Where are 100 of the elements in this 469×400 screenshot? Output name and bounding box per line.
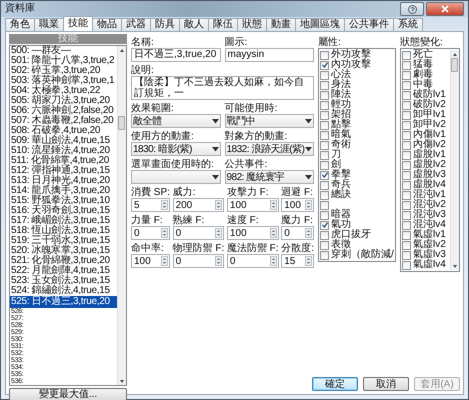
checkbox[interactable] <box>320 170 329 180</box>
checkbox[interactable] <box>402 160 411 170</box>
number-field[interactable]: 100 <box>131 254 170 268</box>
checkbox[interactable] <box>402 80 411 90</box>
list-item[interactable]: 508: 石破拳,4,true,20 <box>10 126 117 136</box>
dialog-button[interactable]: 取消 <box>363 377 409 391</box>
checkbox[interactable] <box>320 240 329 250</box>
checkbox[interactable] <box>402 100 411 110</box>
tab[interactable]: 敵人 <box>179 18 209 31</box>
checkbox[interactable] <box>320 150 329 160</box>
checkbox[interactable] <box>402 50 411 60</box>
checkbox[interactable] <box>320 90 329 100</box>
number-field[interactable]: 100 <box>226 226 279 240</box>
checkbox[interactable] <box>320 100 329 110</box>
change-maximum-button[interactable]: 變更最大值... <box>9 388 127 400</box>
tab[interactable]: 武器 <box>121 18 151 31</box>
checkbox[interactable] <box>402 120 411 130</box>
dropdown[interactable]: 1832: 浪跡天涯(紫) <box>224 142 314 156</box>
checkbox[interactable] <box>402 110 411 120</box>
tab[interactable]: 地圖區塊 <box>295 18 345 31</box>
checkbox[interactable] <box>402 60 411 70</box>
dropdown[interactable]: 982: 魔統寰宇 <box>224 170 314 184</box>
checkbox[interactable] <box>402 150 411 160</box>
checkbox[interactable] <box>402 90 411 100</box>
tab[interactable]: 隊伍 <box>208 18 238 31</box>
tab[interactable]: 物品 <box>92 18 122 31</box>
list-item[interactable]: 521: 化骨綿鞭,3,true,20 <box>10 256 117 266</box>
list-item[interactable]: 525: 日不過三,3,true,20 <box>10 296 117 308</box>
dialog-button[interactable]: 確定 <box>312 377 358 391</box>
number-field[interactable]: 5 <box>131 198 170 212</box>
checkbox[interactable] <box>402 250 411 260</box>
list-item[interactable]: 505: 胡家刀法,3,true,20 <box>10 96 117 106</box>
scrollbar[interactable] <box>117 46 126 385</box>
number-field[interactable]: 100 <box>281 198 314 212</box>
number-field[interactable]: 0 <box>172 254 224 268</box>
checkbox[interactable] <box>320 120 329 130</box>
checkbox[interactable] <box>402 170 411 180</box>
list-item[interactable]: 510: 流星錘法,4,true,20 <box>10 146 117 156</box>
tab[interactable]: 公共事件 <box>344 18 394 31</box>
list-item[interactable]: 500: —群友— <box>10 46 117 56</box>
checkbox[interactable] <box>402 210 411 220</box>
list-item[interactable]: 503: 落英神劍掌,3,true,1 <box>10 76 117 86</box>
list-item[interactable]: 502: 碎玉掌,3,true,20 <box>10 66 117 76</box>
checkbox[interactable] <box>402 220 411 230</box>
list-item[interactable]: 507: 木蟲毒鞭,2,false,20 <box>10 116 117 126</box>
list-item[interactable]: 513: 日月神光,4,true,20 <box>10 176 117 186</box>
list-item[interactable]: 504: 太極拳,3,true,22 <box>10 86 117 96</box>
checkbox[interactable] <box>320 140 329 150</box>
number-field[interactable]: 200 <box>172 198 224 212</box>
checkbox[interactable] <box>320 110 329 120</box>
checkbox[interactable] <box>402 260 411 270</box>
checkbox[interactable] <box>320 160 329 170</box>
checkbox[interactable] <box>320 230 329 240</box>
tab[interactable]: 動畫 <box>266 18 296 31</box>
list-item[interactable]: 509: 華山劍法,4,true,15 <box>10 136 117 146</box>
list-item[interactable]: 511: 化骨綿掌,4,true,20 <box>10 156 117 166</box>
list-item[interactable]: 516: 天羽奇劍,3,true,15 <box>10 206 117 216</box>
number-field[interactable]: 0 <box>281 226 314 240</box>
tab[interactable]: 技能 <box>63 16 93 31</box>
checkbox[interactable] <box>402 180 411 190</box>
list-item[interactable]: 519: 三千弱水,3,true,15 <box>10 236 117 246</box>
checkbox[interactable] <box>320 200 329 210</box>
number-field[interactable]: 0 <box>131 226 170 240</box>
input-field[interactable]: 【陰柔】丁不三過去殺人如麻，如今自訂規矩，一 <box>131 76 314 100</box>
number-field[interactable]: 0 <box>172 226 224 240</box>
checkbox[interactable] <box>320 80 329 90</box>
checkbox[interactable] <box>320 180 329 190</box>
checkbox[interactable] <box>320 250 329 260</box>
checkbox[interactable] <box>320 210 329 220</box>
number-field[interactable]: 100 <box>226 198 279 212</box>
tab[interactable]: 防具 <box>150 18 180 31</box>
dropdown[interactable]: 1830: 暗影(紫) <box>131 142 220 156</box>
number-field[interactable]: 15 <box>281 254 314 268</box>
checkbox[interactable] <box>402 130 411 140</box>
input-field[interactable]: mayysin <box>224 48 314 62</box>
list-item[interactable]: 515: 野狐拳法,3,true,10 <box>10 196 117 206</box>
list-item[interactable]: 514: 龍爪擒手,3,true,20 <box>10 186 117 196</box>
dropdown[interactable]: 敵全體 <box>131 114 220 128</box>
list-item[interactable]: 501: 降龍十八掌,3,true,2 <box>10 56 117 66</box>
list-item[interactable]: 520: 冰魄寒掌,3,true,15 <box>10 246 117 256</box>
list-item[interactable]: 518: 恆山劍法,3,true,15 <box>10 226 117 236</box>
list-item[interactable]: 512: 彈指神通,3,true,15 <box>10 166 117 176</box>
scrollbar[interactable] <box>450 50 459 270</box>
list-item[interactable]: 517: 峨嵋劍法,3,true,15 <box>10 216 117 226</box>
input-field[interactable]: 日不過三,3,true,20 <box>131 48 220 62</box>
checkbox[interactable] <box>320 70 329 80</box>
list-item[interactable]: 523: 玉女劍法,3,true,15 <box>10 276 117 286</box>
checkbox[interactable] <box>320 220 329 230</box>
tab[interactable]: 狀態 <box>237 18 267 31</box>
checkbox[interactable] <box>402 70 411 80</box>
checkbox[interactable] <box>320 60 329 70</box>
checkbox[interactable] <box>402 190 411 200</box>
checkbox[interactable] <box>320 50 329 60</box>
dropdown[interactable] <box>131 170 220 184</box>
tab[interactable]: 角色 <box>5 18 35 31</box>
list-item[interactable]: 524: 錦繡劍法,4,true,15 <box>10 286 117 296</box>
list-item[interactable]: 522: 月龍劍陣,4,true,15 <box>10 266 117 276</box>
checkbox[interactable] <box>320 190 329 200</box>
checkbox[interactable] <box>320 130 329 140</box>
dropdown[interactable]: 戰鬥中 <box>224 114 314 128</box>
